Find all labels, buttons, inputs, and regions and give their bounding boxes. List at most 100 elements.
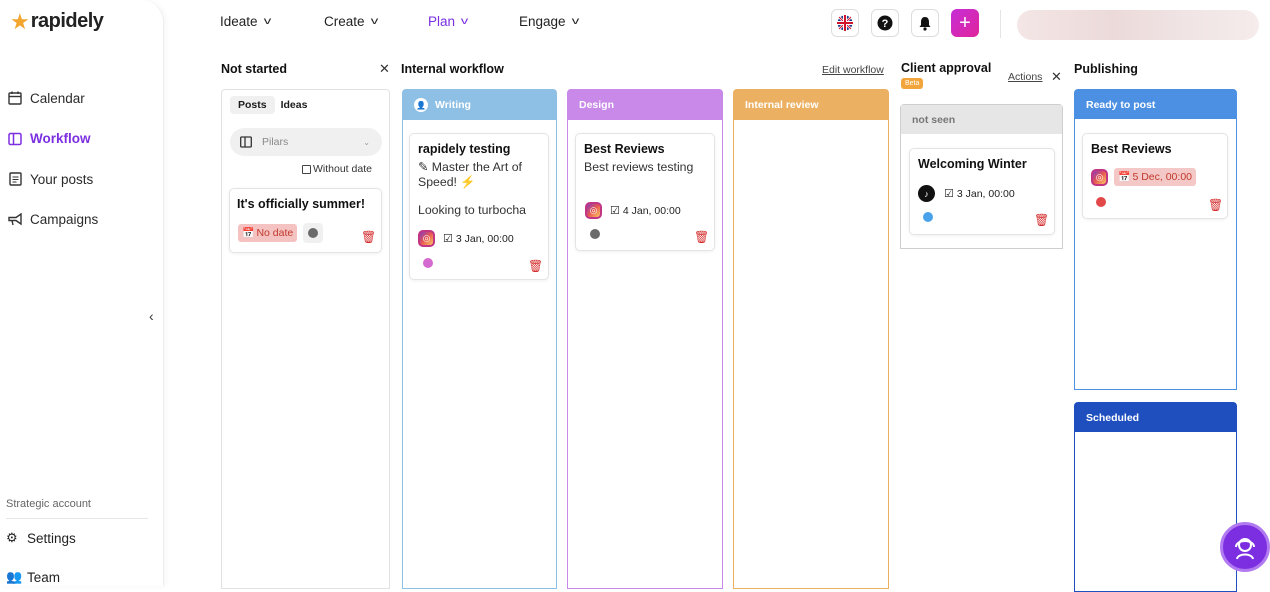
- sidebar-item-workflow[interactable]: Workflow: [6, 119, 156, 160]
- user-icon: 👤: [414, 98, 428, 112]
- sidebar-item-campaigns[interactable]: Campaigns: [6, 200, 156, 241]
- status-dot: [1096, 197, 1106, 207]
- trash-icon[interactable]: 🗑: [1034, 213, 1049, 227]
- sidebar-item-label: Workflow: [30, 131, 91, 147]
- card-date: ☑ 3 Jan, 00:00: [944, 187, 1015, 201]
- menu-create[interactable]: Create v: [324, 14, 378, 29]
- sidebar-item-label: Your posts: [30, 171, 94, 187]
- chevron-down-icon: v: [370, 16, 378, 27]
- menu-ideate[interactable]: Ideate v: [220, 14, 271, 29]
- not-started-title: Not started: [221, 62, 287, 76]
- trash-icon[interactable]: 🗑: [694, 230, 709, 244]
- card-title: Best Reviews: [1091, 142, 1172, 156]
- card-title: Welcoming Winter: [918, 157, 1027, 171]
- trash-icon[interactable]: 🗑: [361, 230, 376, 244]
- no-date-badge: 📅 No date: [238, 224, 298, 242]
- trash-icon[interactable]: 🗑: [1208, 198, 1223, 212]
- sidebar-item-label: Campaigns: [30, 212, 99, 228]
- sidebar-item-your-posts[interactable]: Your posts: [6, 159, 156, 200]
- calendar-x-icon: 📅: [1118, 171, 1131, 183]
- calendar-icon: [6, 90, 24, 106]
- workflow-icon: [6, 131, 24, 147]
- logo[interactable]: ★ rapidely: [10, 8, 104, 34]
- bell-icon: [919, 16, 931, 31]
- scheduled-column: Scheduled: [1074, 402, 1237, 592]
- edit-workflow-link[interactable]: Edit workflow: [822, 64, 884, 76]
- menu-plan[interactable]: Plan v: [428, 14, 468, 29]
- create-new-button[interactable]: +: [951, 9, 979, 37]
- publishing-title: Publishing: [1074, 62, 1138, 76]
- collapse-sidebar-icon[interactable]: ‹: [149, 308, 154, 324]
- tab-ideas[interactable]: Ideas: [275, 96, 314, 114]
- profile-area[interactable]: [1017, 10, 1259, 40]
- columns-icon: [240, 136, 252, 148]
- sidebar-item-label: Calendar: [30, 90, 85, 106]
- instagram-icon: ◎: [585, 202, 602, 219]
- card-title: rapidely testing: [418, 142, 511, 156]
- sidebar: ★ rapidely Calendar Workflow Your posts: [0, 0, 164, 586]
- question-icon: ?: [877, 15, 893, 31]
- tiktok-icon: ♪: [918, 185, 935, 202]
- internal-review-column-header: Internal review: [734, 90, 888, 120]
- calendar-check-icon: ☑: [443, 233, 453, 245]
- pillars-select-value: Pilars: [262, 136, 289, 148]
- pillars-select[interactable]: Pilars ⌄: [230, 128, 382, 156]
- menu-label: Ideate: [220, 14, 258, 29]
- column-name: Design: [579, 99, 615, 111]
- card-meta: ◎ ☑ 4 Jan, 00:00: [585, 202, 681, 219]
- sidebar-item-label: Team: [27, 569, 61, 585]
- menu-label: Engage: [519, 14, 566, 29]
- not-started-column: Posts Ideas Pilars ⌄ Without date: [221, 89, 390, 589]
- divider: [6, 518, 148, 519]
- card-meta: ♪ ☑ 3 Jan, 00:00: [918, 185, 1015, 202]
- without-date-filter[interactable]: Without date: [302, 163, 372, 175]
- support-chat-button[interactable]: [1220, 522, 1270, 572]
- post-card[interactable]: Best Reviews ◎ 📅 5 Dec, 00:00 🗑: [1082, 133, 1228, 219]
- tab-posts[interactable]: Posts: [230, 96, 275, 114]
- card-date: ☑ 3 Jan, 00:00: [443, 232, 514, 246]
- internal-review-column: Internal review: [733, 89, 889, 589]
- post-card[interactable]: rapidely testing ✎ Master the Art of Spe…: [409, 133, 549, 280]
- pencil-icon: ✎: [418, 160, 429, 174]
- sidebar-item-calendar[interactable]: Calendar: [6, 78, 156, 119]
- post-card[interactable]: Best Reviews Best reviews testing ◎ ☑ 4 J…: [575, 133, 715, 251]
- sidebar-item-settings[interactable]: ⚙ Settings: [6, 530, 76, 546]
- team-icon: 👥: [6, 569, 23, 584]
- internal-workflow-title: Internal workflow: [401, 62, 504, 76]
- menu-engage[interactable]: Engage v: [519, 14, 579, 29]
- calendar-check-icon: ☑: [610, 205, 620, 217]
- chevron-down-icon: ⌄: [363, 137, 370, 147]
- card-excerpt: Looking to turbocha: [418, 203, 527, 217]
- sidebar-nav: Calendar Workflow Your posts Campaigns: [6, 78, 156, 240]
- chevron-down-icon: v: [263, 16, 271, 27]
- notifications-button[interactable]: [911, 9, 939, 37]
- close-not-started-icon[interactable]: ✕: [379, 61, 390, 77]
- card-meta: ◎ ☑ 3 Jan, 00:00: [418, 230, 514, 247]
- status-dot: [423, 258, 433, 268]
- without-date-checkbox[interactable]: [302, 164, 311, 174]
- not-seen-header: not seen: [901, 105, 1062, 134]
- design-column-header: Design: [568, 90, 722, 120]
- ready-to-post-header: Ready to post: [1075, 90, 1236, 119]
- card-title: Best Reviews: [584, 142, 665, 156]
- card-description: ✎ Master the Art of Speed! ⚡: [418, 160, 522, 189]
- language-flag-button[interactable]: [831, 9, 859, 37]
- post-card[interactable]: It's officially summer! 📅 No date 🗑: [229, 188, 382, 253]
- sidebar-item-team[interactable]: 👥 Team: [6, 569, 60, 585]
- card-meta: ◎ 📅 5 Dec, 00:00: [1091, 168, 1196, 186]
- actions-link[interactable]: Actions: [1008, 71, 1042, 83]
- trash-icon[interactable]: 🗑: [528, 259, 543, 273]
- help-button[interactable]: ?: [871, 9, 899, 37]
- calendar-x-icon: 📅: [242, 227, 255, 239]
- status-dot: [923, 212, 933, 222]
- status-indicator: [303, 223, 324, 243]
- instagram-icon: ◎: [1091, 168, 1108, 186]
- close-client-approval-icon[interactable]: ✕: [1051, 69, 1062, 85]
- megaphone-icon: [6, 212, 24, 228]
- logo-star-icon: ★: [10, 8, 30, 34]
- column-name: Scheduled: [1086, 411, 1140, 424]
- document-icon: [6, 171, 24, 187]
- beta-badge: Beta: [901, 78, 924, 89]
- post-card[interactable]: Welcoming Winter ♪ ☑ 3 Jan, 00:00 🗑: [909, 148, 1055, 235]
- menu-label: Create: [324, 14, 365, 29]
